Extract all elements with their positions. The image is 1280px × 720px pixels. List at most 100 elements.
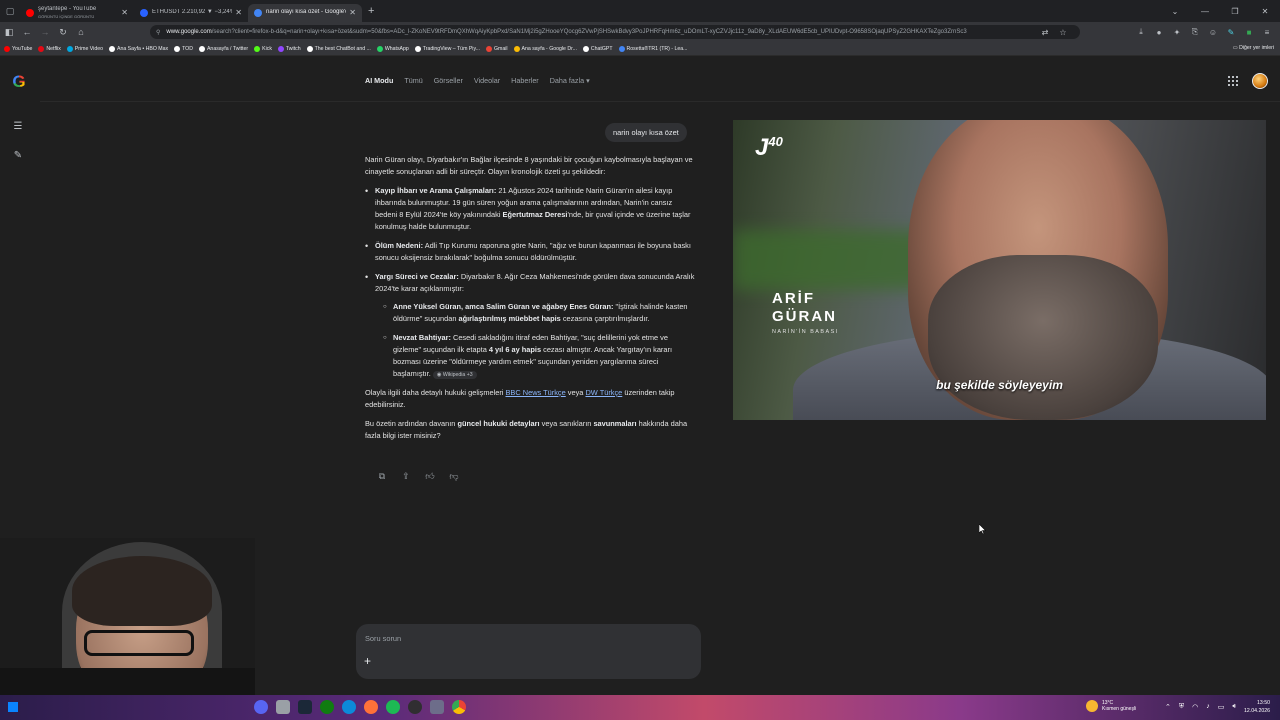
reload-icon[interactable]: ↻ [54,27,72,38]
share-icon[interactable]: ⇪ [394,471,418,482]
volume-icon[interactable]: 🔉︎ [1232,703,1236,711]
downloads-icon[interactable]: ⤓ [1132,24,1150,40]
tab-google[interactable]: narin olayı kısa özet - Google'd ✕ [248,3,362,22]
home-icon[interactable]: ⌂ [72,27,90,37]
tab-all[interactable]: Tümü [404,76,422,85]
mic-icon[interactable]: ♪ [1206,703,1210,711]
dw-link[interactable]: DW Türkçe [585,388,622,397]
thumbs-up-icon[interactable]: 👍︎ [418,471,442,482]
translate-icon[interactable]: ⇄ [1036,24,1054,40]
ai-extension-icon[interactable]: ✎ [1222,24,1240,40]
copy-icon[interactable]: ⧉ [370,471,394,482]
add-attachment-icon[interactable]: + [364,654,371,668]
start-icon[interactable] [8,702,18,712]
address-bar[interactable]: ⚲ www.google.com/search?client=firefox-b… [150,25,1080,39]
maximize-icon[interactable]: ❐ [1220,7,1250,16]
avatar[interactable] [1252,73,1268,89]
chevron-up-icon[interactable]: ⌃ [1165,703,1171,711]
close-tab-icon[interactable]: ✕ [235,8,242,17]
screenshot-icon[interactable]: ⎘ [1186,24,1204,40]
youtube-icon [4,45,10,52]
vpn-extension-icon[interactable]: ■ [1240,24,1258,40]
bookmark-star-icon[interactable]: ☆ [1054,24,1072,40]
tab-news[interactable]: Haberler [511,76,539,85]
thumbs-down-icon[interactable]: 👎︎ [442,471,466,482]
url-domain: www.google.com [166,29,212,35]
weather-widget[interactable]: 13°C Kısmen güneşli [1086,700,1136,712]
tab-videos[interactable]: Videolar [474,76,500,85]
bookmark-item[interactable]: TradingView – Tüm Piy... [414,45,480,52]
tab-more[interactable]: Daha fazla ▾ [550,76,590,85]
obs-icon[interactable] [408,700,422,714]
lower-third-role: NARİN'İN BABASI [772,329,839,335]
spotify-icon[interactable] [386,700,400,714]
bbc-link[interactable]: BBC News Türkçe [506,388,566,397]
google-apps-icon[interactable] [1228,76,1238,86]
xbox-icon[interactable] [320,700,334,714]
bookmark-item[interactable]: ChatGPT [582,45,613,52]
discord-icon[interactable] [254,700,268,714]
security-icon[interactable]: ⛨ [1179,703,1184,711]
task-view-icon[interactable] [276,700,290,714]
list-item: Kayıp İhbarı ve Arama Çalışmaları: 21 Ağ… [365,185,695,233]
account-icon[interactable]: ☺ [1204,24,1222,40]
bookmark-item[interactable]: Kick [254,45,272,52]
bookmark-item[interactable]: YouTube [4,45,32,52]
tab-ai-mode[interactable]: AI Modu [365,76,393,85]
tab-tradingview[interactable]: ETHUSDT 2.210,92 ▼ −3,24% A ✕ [134,4,248,22]
tab-actions-icon[interactable]: ▢ [0,0,20,22]
google-logo[interactable]: G [10,73,28,91]
tab-title: ETHUSDT 2.210,92 ▼ −3,24% A [152,9,233,15]
taskbar-clock[interactable]: 13:50 12.04.2026 [1244,699,1270,715]
forward-icon[interactable]: → [36,27,54,37]
prime-video-icon [66,45,73,52]
minimize-icon[interactable]: — [1190,7,1220,16]
back-icon[interactable]: ← [18,27,36,37]
tab-youtube[interactable]: şeytantepe - YouTube GÖRÜNTÜ İÇİNDE GÖRÜN… [20,4,134,22]
display-icon[interactable]: ▭ [1218,703,1225,711]
extension-icon[interactable]: ● [1150,24,1168,40]
tab-images[interactable]: Görseller [434,76,463,85]
bookmark-item[interactable]: Twitch [277,45,301,52]
twitter-icon [198,45,205,52]
bookmark-item[interactable]: The best ChatBot and ... [306,45,371,52]
mouse-cursor-icon [978,521,987,539]
taskbar-apps [254,700,474,714]
bookmark-item[interactable]: Anasayfa / Twitter [198,45,248,52]
site-info-icon[interactable]: ⚲ [156,29,160,36]
network-icon[interactable]: ◠ [1192,703,1198,711]
extensions-puzzle-icon[interactable]: ✦ [1168,24,1186,40]
bookmark-item[interactable]: Ana Sayfa • HBO Max [108,45,168,52]
browser-toolbar: ◧ ← → ↻ ⌂ ⚲ www.google.com/search?client… [0,22,1280,42]
close-window-icon[interactable]: ✕ [1250,7,1280,16]
bookmark-item[interactable]: Ana sayfa - Google Dr... [513,45,577,52]
bookmark-item[interactable]: TOD [174,45,193,52]
close-tab-icon[interactable]: ✕ [121,8,128,17]
answer-list: Kayıp İhbarı ve Arama Çalışmaları: 21 Ağ… [365,185,695,380]
sidebar-toggle-icon[interactable]: ◧ [0,27,18,38]
history-list-icon[interactable]: ☰ [11,120,25,134]
taskbar: 13°C Kısmen güneşli ⌃ ⛨ ◠ ♪ ▭ 🔉︎ 13:50 12… [0,695,1280,720]
menu-icon[interactable]: ≡ [1258,24,1276,40]
bookmark-item[interactable]: Netflix [38,45,61,52]
tradingview-icon [414,45,421,52]
picture-in-picture-video[interactable]: J40 ARİF GÜRAN NARİN'İN BABASI bu şekilde… [733,120,1266,420]
list-item: Anne Yüksel Güran, amca Salim Güran ve a… [383,301,695,325]
tab-search-icon[interactable]: ⌄ [1160,7,1190,16]
list-item: Nevzat Bahtiyar: Cesedi sakladığını itir… [383,332,695,380]
bookmark-item[interactable]: WhatsApp [376,45,409,52]
new-tab-button[interactable]: + [362,5,380,17]
steam-icon[interactable] [298,700,312,714]
other-bookmarks[interactable]: ▭ Diğer yer imleri [1233,45,1274,51]
edge-icon[interactable] [342,700,356,714]
source-chip[interactable]: ◉ Wikipedia +3 [432,371,477,379]
bookmark-item[interactable]: Rosetta®TR1 (TR) - Lea... [618,45,687,52]
files-icon[interactable] [430,700,444,714]
firefox-icon[interactable] [364,700,378,714]
new-chat-icon[interactable]: ✎ [11,149,25,163]
bookmark-item[interactable]: Gmail [485,45,508,52]
close-tab-icon[interactable]: ✕ [349,8,356,17]
chrome-icon[interactable] [452,700,466,714]
prompt-box[interactable]: Soru sorun + [356,624,701,679]
bookmark-item[interactable]: Prime Video [66,45,103,52]
